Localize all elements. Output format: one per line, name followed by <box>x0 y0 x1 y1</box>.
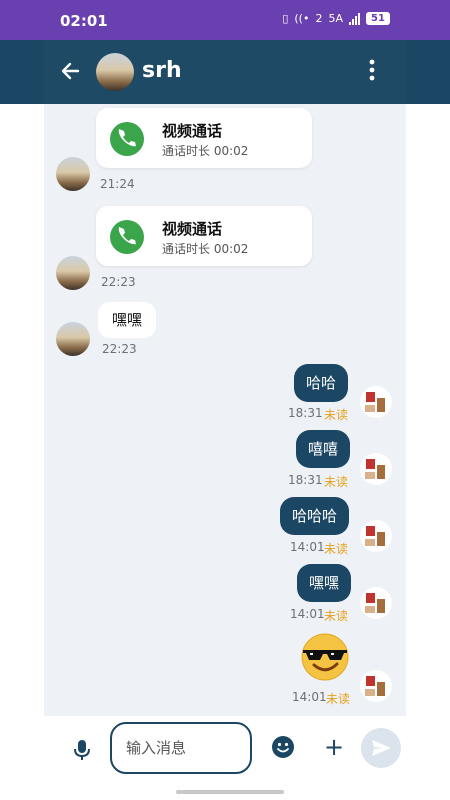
status-bar: 02:01 ▯ ((• 2 5A 51 <box>0 0 450 40</box>
message-time: 18:31 <box>288 473 323 487</box>
wifi-icon: ((• <box>294 12 310 25</box>
network-label: 5A <box>328 12 343 25</box>
contact-name: srh <box>142 58 182 83</box>
more-vertical-icon[interactable] <box>362 56 382 84</box>
my-message-bubble[interactable]: 哈哈哈 <box>280 497 350 535</box>
message-time: 21:24 <box>100 177 135 191</box>
call-title: 视频通话 <box>162 220 223 238</box>
peer-avatar[interactable] <box>56 157 90 191</box>
contact-avatar[interactable] <box>96 53 134 91</box>
send-icon <box>372 740 391 756</box>
home-indicator[interactable] <box>176 790 284 794</box>
phone-icon <box>110 122 144 156</box>
signal-icon <box>349 12 360 25</box>
my-message-bubble[interactable]: 嘿嘿 <box>297 564 352 602</box>
unread-status: 未读 <box>324 609 349 623</box>
message-time: 18:31 <box>288 406 323 420</box>
peer-avatar[interactable] <box>56 256 90 290</box>
my-avatar[interactable] <box>360 670 392 702</box>
message-input[interactable] <box>110 722 252 774</box>
call-duration: 通话时长 00:02 <box>162 242 249 256</box>
chat-area[interactable] <box>44 104 406 716</box>
plus-icon[interactable]: + <box>323 733 345 761</box>
unread-status: 未读 <box>324 542 349 556</box>
message-time: 14:01 <box>290 607 325 621</box>
call-title: 视频通话 <box>162 122 223 140</box>
call-duration: 通话时长 00:02 <box>162 144 249 158</box>
battery-icon: 51 <box>366 12 390 25</box>
unread-status: 未读 <box>324 475 349 489</box>
microphone-icon[interactable] <box>72 738 92 762</box>
my-message-bubble[interactable]: 嘻嘻 <box>296 430 351 468</box>
peer-avatar[interactable] <box>56 322 90 356</box>
peer-message-bubble[interactable]: 嘿嘿 <box>98 302 157 338</box>
my-avatar[interactable] <box>360 453 392 485</box>
unread-status: 未读 <box>324 408 349 422</box>
send-button[interactable] <box>361 728 401 768</box>
sunglasses-emoji-icon[interactable] <box>300 632 350 682</box>
message-time: 14:01 <box>290 540 325 554</box>
video-call-card[interactable]: 视频通话 通话时长 00:02 <box>96 108 312 168</box>
unread-status: 未读 <box>326 692 351 706</box>
my-avatar[interactable] <box>360 386 392 418</box>
back-arrow-icon[interactable] <box>58 58 84 84</box>
wifi-label: 2 <box>315 12 323 25</box>
my-avatar[interactable] <box>360 520 392 552</box>
my-message-bubble[interactable]: 哈哈 <box>294 364 349 402</box>
phone-icon <box>110 220 144 254</box>
status-icons: ▯ ((• 2 5A 51 <box>282 12 390 25</box>
video-call-card[interactable]: 视频通话 通话时长 00:02 <box>96 206 312 266</box>
smiley-icon[interactable] <box>272 736 294 758</box>
message-time: 22:23 <box>102 342 137 356</box>
my-avatar[interactable] <box>360 587 392 619</box>
vibrate-icon: ▯ <box>282 12 289 25</box>
status-time: 02:01 <box>60 12 108 30</box>
message-time: 22:23 <box>101 275 136 289</box>
message-time: 14:01 <box>292 690 327 704</box>
